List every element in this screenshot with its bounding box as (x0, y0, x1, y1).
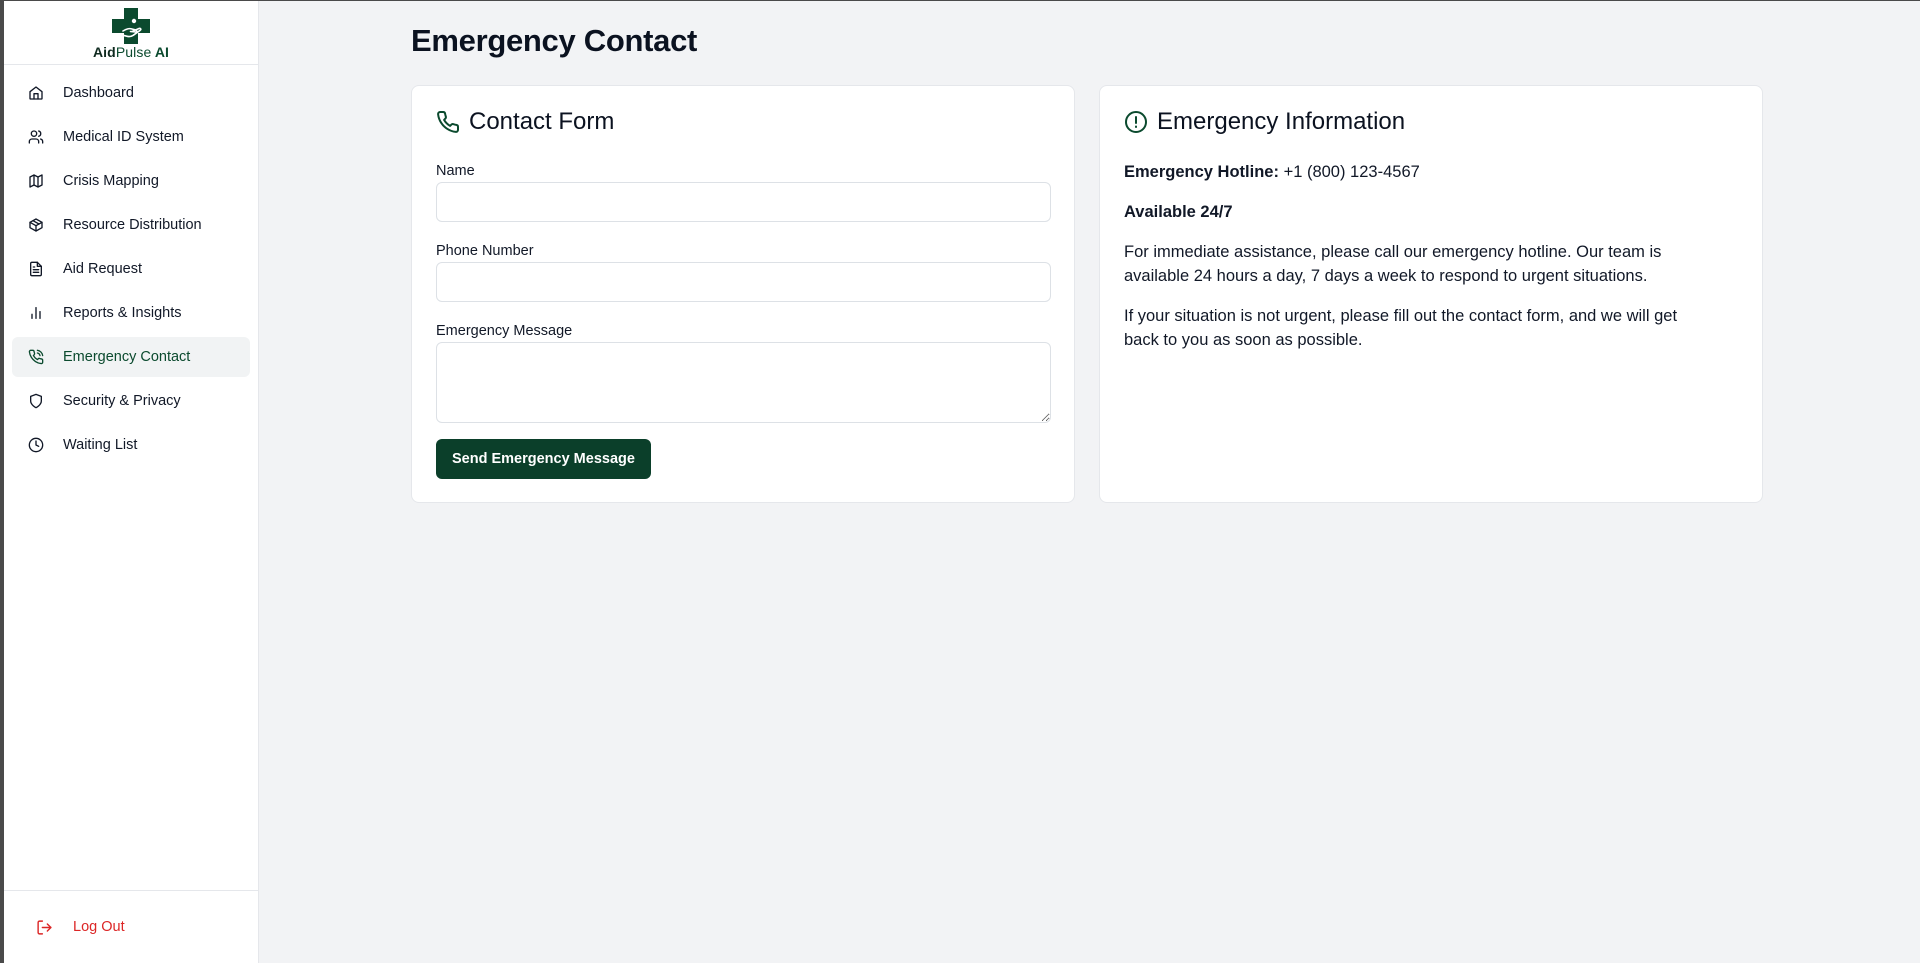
emergency-message-field[interactable] (436, 342, 1051, 423)
name-label: Name (436, 163, 475, 179)
app-window: AidPulse AI Dashboard Medical ID System … (4, 1, 1920, 963)
sidebar-nav: Dashboard Medical ID System Crisis Mappi… (4, 65, 258, 465)
sidebar: AidPulse AI Dashboard Medical ID System … (4, 1, 259, 963)
sidebar-item-aid-request[interactable]: Aid Request (12, 249, 250, 289)
phone-icon (437, 110, 460, 133)
contact-form-title: Contact Form (469, 108, 615, 135)
logout-button[interactable]: Log Out (36, 919, 125, 936)
sidebar-item-label: Aid Request (63, 261, 142, 277)
logout-label: Log Out (73, 919, 125, 935)
home-icon (29, 86, 43, 100)
sidebar-item-crisis-mapping[interactable]: Crisis Mapping (12, 161, 250, 201)
emergency-message-label: Emergency Message (436, 323, 573, 339)
sidebar-item-waiting-list[interactable]: Waiting List (12, 425, 250, 465)
hotline-label: Emergency Hotline: (1124, 163, 1279, 181)
hotline-number[interactable]: +1 (800) 123-4567 (1284, 163, 1420, 181)
emergency-information-header: Emergency Information (1124, 108, 1405, 136)
contact-form-header: Contact Form (436, 108, 614, 136)
bar-chart-icon (31, 307, 41, 319)
brand[interactable]: AidPulse AI (4, 1, 258, 65)
alert-circle-icon (1125, 111, 1147, 133)
phone-call-icon (28, 349, 44, 365)
contact-form-card: Contact Form Name Phone Number Emergency… (411, 85, 1075, 503)
sidebar-item-label: Security & Privacy (63, 393, 181, 409)
shield-icon (30, 393, 42, 409)
availability-text: Available 24/7 (1124, 203, 1233, 221)
emergency-information-body: Emergency Hotline: +1 (800) 123-4567 Ava… (1124, 160, 1714, 368)
sidebar-item-medical-id-system[interactable]: Medical ID System (12, 117, 250, 157)
name-field[interactable] (436, 182, 1051, 222)
clock-icon (28, 437, 44, 453)
hotline-row: Emergency Hotline: +1 (800) 123-4567 (1124, 160, 1714, 184)
users-icon (28, 130, 44, 144)
sidebar-item-label: Dashboard (63, 85, 134, 101)
emergency-information-title: Emergency Information (1157, 108, 1406, 135)
package-icon (29, 218, 43, 232)
sidebar-item-label: Emergency Contact (63, 349, 191, 365)
log-out-icon (37, 919, 52, 935)
sidebar-item-label: Medical ID System (63, 129, 184, 145)
sidebar-item-label: Reports & Insights (63, 305, 182, 321)
phone-number-field[interactable] (436, 262, 1051, 302)
sidebar-item-security-privacy[interactable]: Security & Privacy (12, 381, 250, 421)
brand-name: AidPulse AI (92, 44, 170, 60)
main-content: Emergency Contact Contact Form Name Phon… (259, 1, 1920, 963)
sidebar-item-emergency-contact[interactable]: Emergency Contact (12, 337, 250, 377)
phone-number-label: Phone Number (436, 243, 534, 259)
sidebar-item-label: Crisis Mapping (63, 173, 159, 189)
sidebar-item-dashboard[interactable]: Dashboard (12, 73, 250, 113)
sidebar-item-label: Resource Distribution (63, 217, 202, 233)
sidebar-footer: Log Out (4, 890, 258, 963)
file-text-icon (30, 261, 42, 277)
medical-cross-hand-icon (112, 8, 150, 44)
sidebar-item-reports-insights[interactable]: Reports & Insights (12, 293, 250, 333)
sidebar-item-label: Waiting List (63, 437, 138, 453)
page-title: Emergency Contact (411, 23, 698, 58)
info-paragraph-urgent: For immediate assistance, please call ou… (1124, 243, 1662, 285)
map-icon (29, 174, 43, 188)
info-paragraph-non-urgent: If your situation is not urgent, please … (1124, 307, 1678, 349)
send-emergency-message-button[interactable]: Send Emergency Message (436, 439, 651, 479)
sidebar-item-resource-distribution[interactable]: Resource Distribution (12, 205, 250, 245)
emergency-information-card: Emergency Information Emergency Hotline:… (1099, 85, 1763, 503)
